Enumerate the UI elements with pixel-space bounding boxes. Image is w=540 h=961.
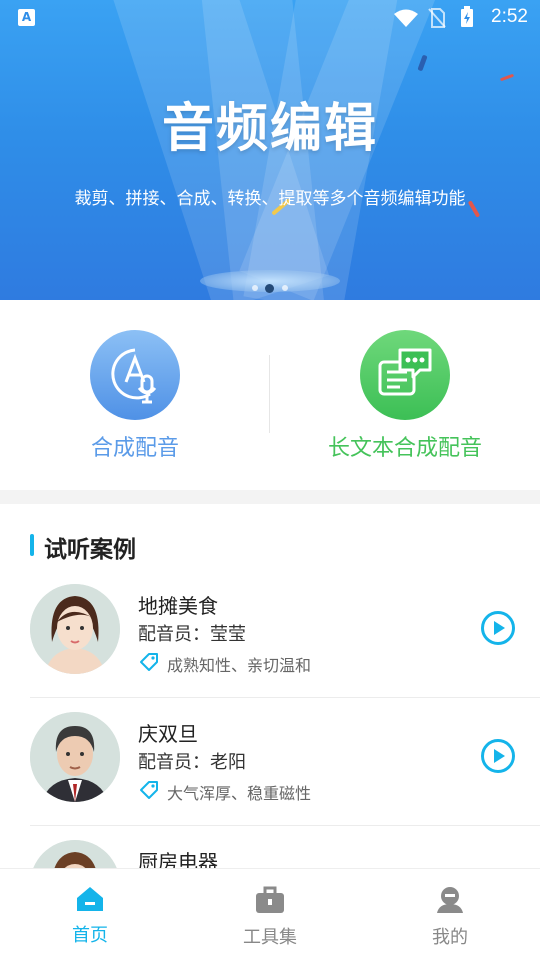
tag-icon: [140, 781, 158, 799]
tab-toolbox[interactable]: 工具集: [180, 885, 360, 949]
section-title: 试听案例: [44, 537, 136, 563]
confetti: [417, 54, 428, 72]
long-text-voice-label: 长文本合成配音: [327, 436, 482, 461]
list-item[interactable]: 庆双旦 配音员：老阳 大气浑厚、稳重磁性: [0, 698, 540, 826]
carousel-dot[interactable]: [252, 285, 258, 291]
play-icon[interactable]: [480, 738, 516, 774]
play-icon[interactable]: [480, 610, 516, 646]
case-title: 厨房电器: [138, 850, 218, 868]
list-item[interactable]: 地摊美食 配音员：莹莹 成熟知性、亲切温和: [0, 570, 540, 698]
banner-title: 音频编辑: [161, 99, 378, 159]
mic-voice-icon: [90, 330, 180, 420]
status-time: 2:52: [491, 6, 528, 27]
bottom-tab-bar: 首页 工具集 我的: [0, 868, 540, 961]
wifi-icon: [394, 9, 418, 27]
status-bar: A 2:52: [0, 0, 540, 36]
long-text-chat-icon: [360, 330, 450, 420]
case-title: 地摊美食: [138, 594, 218, 618]
confetti: [499, 73, 515, 82]
carousel-dot[interactable]: [282, 285, 288, 291]
carousel-indicator[interactable]: [250, 284, 290, 293]
section-gap: [0, 490, 540, 504]
tab-home[interactable]: 首页: [0, 885, 180, 947]
case-voice-actor: 配音员：莹莹: [138, 624, 246, 645]
case-tags: 大气浑厚、稳重磁性: [167, 784, 312, 803]
tab-profile[interactable]: 我的: [360, 885, 540, 949]
tag-icon: [140, 653, 158, 671]
tab-home-label: 首页: [72, 925, 108, 946]
case-tags: 成熟知性、亲切温和: [167, 656, 312, 675]
toolbox-icon: [256, 886, 284, 913]
feature-grid: 合成配音 长文本合成配音: [0, 300, 540, 490]
battery-charging-icon: [461, 6, 473, 27]
list-item[interactable]: 厨房电器: [0, 826, 540, 868]
no-sim-icon: [428, 8, 446, 28]
male-avatar: [30, 712, 120, 802]
profile-icon: [437, 887, 463, 913]
case-title: 庆双旦: [138, 722, 198, 746]
app-notification-icon: A: [18, 9, 35, 26]
case-voice-actor: 配音员：老阳: [138, 752, 246, 773]
synthesize-voice-label: 合成配音: [90, 436, 179, 461]
carousel-dot-active[interactable]: [265, 284, 274, 293]
female-avatar-2: [30, 840, 120, 868]
female-avatar: [30, 584, 120, 674]
synthesize-voice-button[interactable]: 合成配音: [0, 330, 270, 462]
home-icon: [77, 887, 103, 911]
long-text-voice-button[interactable]: 长文本合成配音: [270, 330, 540, 462]
section-accent-bar: [30, 534, 34, 556]
tab-profile-label: 我的: [432, 927, 468, 948]
banner-subtitle: 裁剪、拼接、合成、转换、提取等多个音频编辑功能: [74, 189, 466, 209]
tab-toolbox-label: 工具集: [243, 927, 297, 948]
banner[interactable]: A 2:52 音频编辑 裁剪、拼接、合成、转换、提取等多个音频编辑功能: [0, 0, 540, 300]
